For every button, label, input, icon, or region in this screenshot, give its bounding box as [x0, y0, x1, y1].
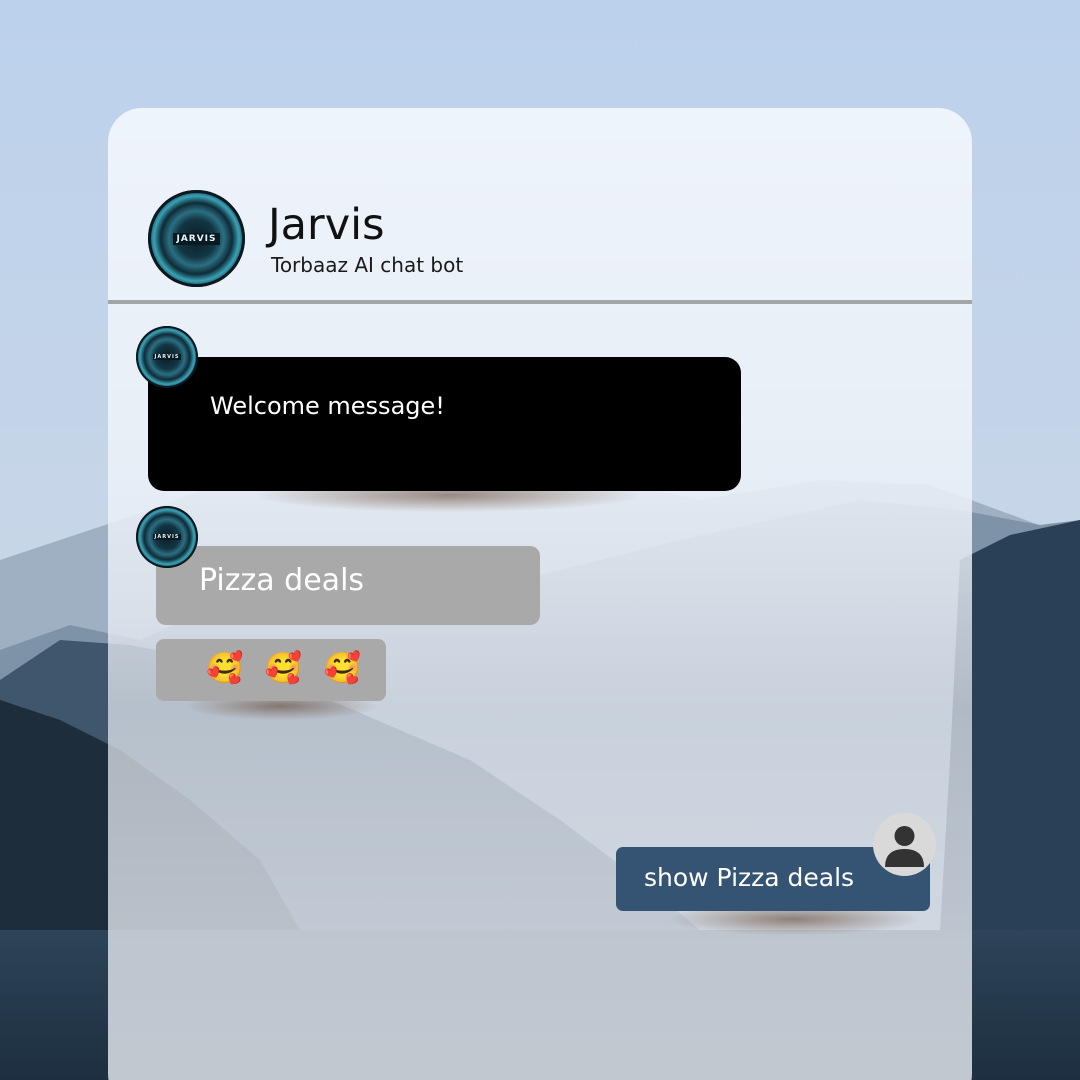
bot-message-avatar: JARVIS: [136, 506, 198, 568]
chat-window: JARVIS Jarvis Torbaaz AI chat bot JARVIS…: [108, 108, 972, 1080]
message-text: Pizza deals: [199, 563, 365, 598]
header-divider: [108, 300, 972, 304]
bot-message-bubble: Welcome message!: [148, 357, 741, 491]
user-silhouette-icon: [885, 826, 924, 867]
jarvis-logo-icon: JARVIS: [152, 354, 182, 360]
message-text: Welcome message!: [210, 392, 445, 420]
jarvis-logo-icon: JARVIS: [173, 232, 220, 245]
bot-subtitle: Torbaaz AI chat bot: [271, 253, 464, 277]
user-avatar: [873, 813, 936, 876]
bot-avatar: JARVIS: [148, 190, 245, 287]
bot-message-avatar: JARVIS: [136, 326, 198, 388]
emoji-text: 🥰 🥰 🥰: [206, 651, 368, 686]
jarvis-logo-icon: JARVIS: [152, 534, 182, 540]
message-text: show Pizza deals: [644, 863, 855, 892]
bot-name: Jarvis: [268, 200, 385, 250]
bot-emoji-bubble: 🥰 🥰 🥰: [156, 639, 386, 701]
bot-message-bubble[interactable]: Pizza deals: [156, 546, 540, 625]
